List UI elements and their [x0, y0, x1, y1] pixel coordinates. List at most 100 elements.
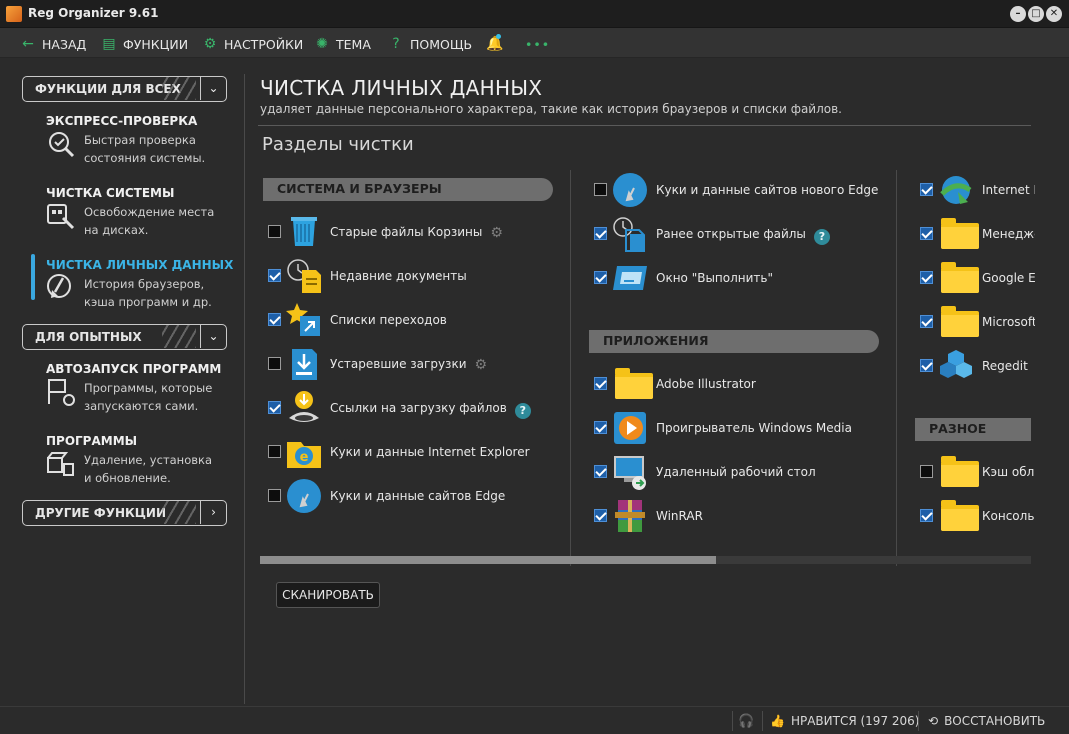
maximize-button[interactable]: □ — [1028, 6, 1044, 22]
checkbox[interactable] — [920, 227, 933, 240]
sidebar-item-express-check[interactable]: ЭКСПРЕСС-ПРОВЕРКА Быстрая проверка состоя… — [14, 114, 234, 174]
list-item[interactable]: Internet D — [920, 172, 1035, 208]
list-item[interactable]: Ссылки на загрузку файлов? — [268, 390, 558, 426]
item-label: Менедже — [982, 227, 1035, 241]
checkbox[interactable] — [594, 377, 607, 390]
functions-label: ФУНКЦИИ — [123, 36, 189, 52]
chevron-right-icon: › — [200, 501, 226, 524]
item-label: Проигрыватель Windows Media — [656, 421, 852, 435]
new-edge-icon — [613, 173, 647, 207]
list-item[interactable]: Окно "Выполнить" — [594, 260, 884, 296]
sidebar-item-autostart[interactable]: АВТОЗАПУСК ПРОГРАММ Программы, которые за… — [14, 362, 234, 422]
restore-label: ВОССТАНОВИТЬ — [944, 714, 1046, 728]
list-item[interactable]: Старые файлы Корзины ⚙ — [268, 214, 558, 250]
box-trash-icon — [47, 452, 74, 476]
checkbox[interactable] — [594, 183, 607, 196]
likes-label: НРАВИТСЯ (197 206) — [790, 714, 920, 728]
item-label: Окно "Выполнить" — [656, 271, 774, 285]
list-item[interactable]: Списки переходов — [268, 302, 558, 338]
sidebar-item-system-cleanup[interactable]: ЧИСТКА СИСТЕМЫ Освобождение места на диск… — [14, 186, 234, 246]
gear-icon: ⚙ — [203, 36, 217, 52]
checkbox[interactable] — [594, 509, 607, 522]
close-button[interactable]: ✕ — [1046, 6, 1062, 22]
toolbar: ← НАЗАД ▤ ФУНКЦИИ ⚙ НАСТРОЙКИ ✺ ТЕМА ? П… — [0, 28, 1069, 58]
item-label: Куки и данные сайтов Edge — [330, 489, 506, 503]
list-item[interactable]: Microsoft — [920, 304, 1035, 340]
help-button[interactable]: ? ПОМОЩЬ — [388, 35, 472, 53]
list-item[interactable]: Проигрыватель Windows Media — [594, 410, 884, 446]
column-divider — [896, 170, 897, 566]
list-item[interactable]: Adobe Illustrator — [594, 366, 884, 402]
notifications-button[interactable]: 🔔 — [486, 34, 503, 53]
checkbox[interactable] — [920, 315, 933, 328]
list-item[interactable]: Куки и данные сайтов Edge — [268, 478, 558, 514]
checkbox[interactable] — [920, 183, 933, 196]
app-logo-icon — [6, 6, 22, 22]
checkbox[interactable] — [594, 227, 607, 240]
list-item[interactable]: Кэш обла — [920, 454, 1035, 490]
page-subtitle: удаляет данные персонального характера, … — [260, 102, 842, 116]
checkbox[interactable] — [268, 401, 281, 414]
checkbox[interactable] — [268, 269, 281, 282]
list-item[interactable]: Regedit — [920, 348, 1035, 384]
list-item[interactable]: Google Ea — [920, 260, 1035, 296]
theme-label: ТЕМА — [336, 36, 371, 52]
minimize-icon: – — [1015, 8, 1021, 19]
folder-icon — [938, 216, 979, 252]
list-item[interactable]: Куки и данные сайтов нового Edge — [594, 172, 884, 208]
horizontal-scrollbar[interactable] — [260, 556, 1031, 564]
settings-gear-icon[interactable]: ⚙ — [475, 357, 488, 373]
restore-button[interactable]: ⟲ ВОССТАНОВИТЬ — [928, 711, 1045, 731]
section-header-misc: РАЗНОЕ — [915, 418, 1031, 441]
checkbox[interactable] — [920, 271, 933, 284]
checkbox[interactable] — [268, 357, 281, 370]
sidebar-item-personal-data[interactable]: ЧИСТКА ЛИЧНЫХ ДАННЫХ История браузеров, к… — [14, 254, 234, 318]
list-item[interactable]: Недавние документы — [268, 258, 558, 294]
functions-button[interactable]: ▤ ФУНКЦИИ — [101, 35, 188, 53]
checkbox[interactable] — [920, 359, 933, 372]
checkbox[interactable] — [268, 445, 281, 458]
checkbox[interactable] — [594, 465, 607, 478]
like-button[interactable]: 👍 НРАВИТСЯ (197 206) — [770, 711, 919, 731]
checkbox[interactable] — [594, 421, 607, 434]
sidebar-item-programs[interactable]: ПРОГРАММЫ Удаление, установка и обновлени… — [14, 434, 234, 494]
checkbox[interactable] — [268, 313, 281, 326]
theme-button[interactable]: ✺ ТЕМА — [314, 35, 371, 53]
group-all-dropdown[interactable]: ФУНКЦИИ ДЛЯ ВСЕХ ⌄ — [22, 76, 227, 102]
checkbox[interactable] — [268, 225, 281, 238]
help-icon[interactable]: ? — [813, 229, 830, 245]
downloads-icon — [292, 349, 317, 380]
list-item[interactable]: Консоль : — [920, 498, 1035, 534]
list-item[interactable]: Удаленный рабочий стол — [594, 454, 884, 490]
autostart-flag-icon — [48, 379, 75, 406]
nav-title: ЧИСТКА СИСТЕМЫ — [46, 186, 175, 200]
lightbulb-icon: ✺ — [316, 36, 328, 52]
list-item[interactable]: e Куки и данные Internet Explorer — [268, 434, 558, 470]
checkbox[interactable] — [268, 489, 281, 502]
checkbox[interactable] — [920, 509, 933, 522]
help-icon[interactable]: ? — [514, 403, 531, 419]
nav-desc: Освобождение места на дисках. — [84, 205, 215, 237]
support-button[interactable]: 🎧 — [738, 711, 754, 731]
run-dialog-icon — [613, 266, 647, 290]
scan-button[interactable]: СКАНИРОВАТЬ — [276, 582, 380, 608]
folder-icon — [938, 454, 979, 490]
checkbox[interactable] — [594, 271, 607, 284]
back-label: НАЗАД — [42, 36, 87, 52]
checkbox[interactable] — [920, 465, 933, 478]
settings-gear-icon[interactable]: ⚙ — [490, 225, 503, 241]
chevron-down-icon: ⌄ — [200, 325, 226, 348]
minimize-button[interactable]: – — [1010, 6, 1026, 22]
group-advanced-dropdown[interactable]: ДЛЯ ОПЫТНЫХ ⌄ — [22, 324, 227, 350]
back-button[interactable]: ← НАЗАД — [20, 35, 86, 53]
list-item[interactable]: Устаревшие загрузки ⚙ — [268, 346, 558, 382]
scrollbar-thumb[interactable] — [260, 556, 716, 564]
more-button[interactable]: ••• — [525, 35, 550, 53]
list-item[interactable]: WinRAR — [594, 498, 884, 534]
group-other-dropdown[interactable]: ДРУГИЕ ФУНКЦИИ › — [22, 500, 227, 526]
list-item[interactable]: Ранее открытые файлы? — [594, 216, 884, 252]
list-item[interactable]: Менедже — [920, 216, 1035, 252]
item-label: Удаленный рабочий стол — [656, 465, 816, 479]
sections-title: Разделы чистки — [262, 134, 414, 155]
settings-button[interactable]: ⚙ НАСТРОЙКИ — [202, 35, 304, 53]
